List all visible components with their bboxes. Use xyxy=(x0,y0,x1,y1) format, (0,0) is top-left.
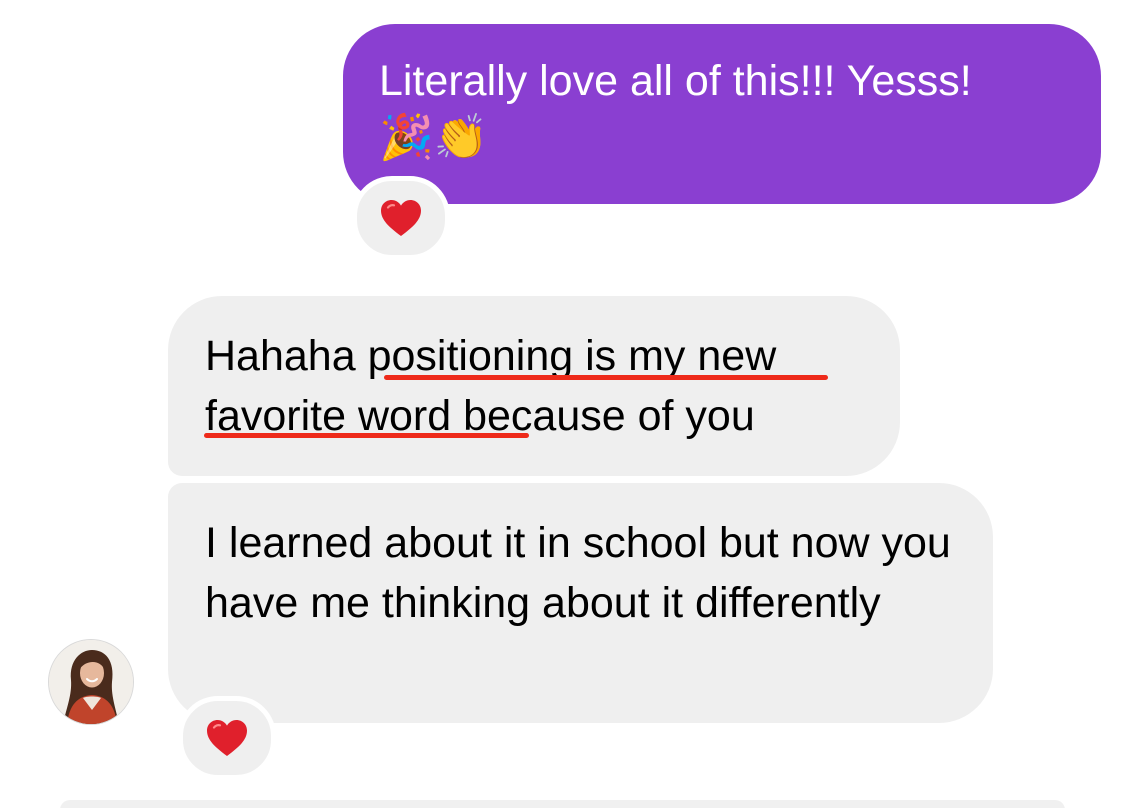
heart-reaction[interactable] xyxy=(352,176,450,260)
outgoing-message-bubble[interactable]: Literally love all of this!!! Yesss! 🎉👏 xyxy=(343,24,1101,204)
incoming-message-text: Hahaha positioning is my new favorite wo… xyxy=(205,332,777,440)
heart-reaction[interactable] xyxy=(178,696,276,780)
avatar[interactable] xyxy=(48,639,134,725)
message-thread: Literally love all of this!!! Yesss! 🎉👏 … xyxy=(0,0,1125,808)
red-underline-annotation xyxy=(204,433,529,438)
heart-icon xyxy=(381,200,421,236)
red-underline-annotation xyxy=(384,375,828,380)
heart-icon xyxy=(207,720,247,756)
profile-photo-icon xyxy=(49,640,133,724)
next-message-edge xyxy=(60,800,1065,808)
incoming-message-text: I learned about it in school but now you… xyxy=(205,519,951,627)
outgoing-message-text: Literally love all of this!!! Yesss! xyxy=(379,57,972,105)
incoming-message-bubble[interactable]: I learned about it in school but now you… xyxy=(168,483,993,723)
party-clap-emoji: 🎉👏 xyxy=(379,113,489,162)
incoming-message-bubble[interactable]: Hahaha positioning is my new favorite wo… xyxy=(168,296,900,476)
